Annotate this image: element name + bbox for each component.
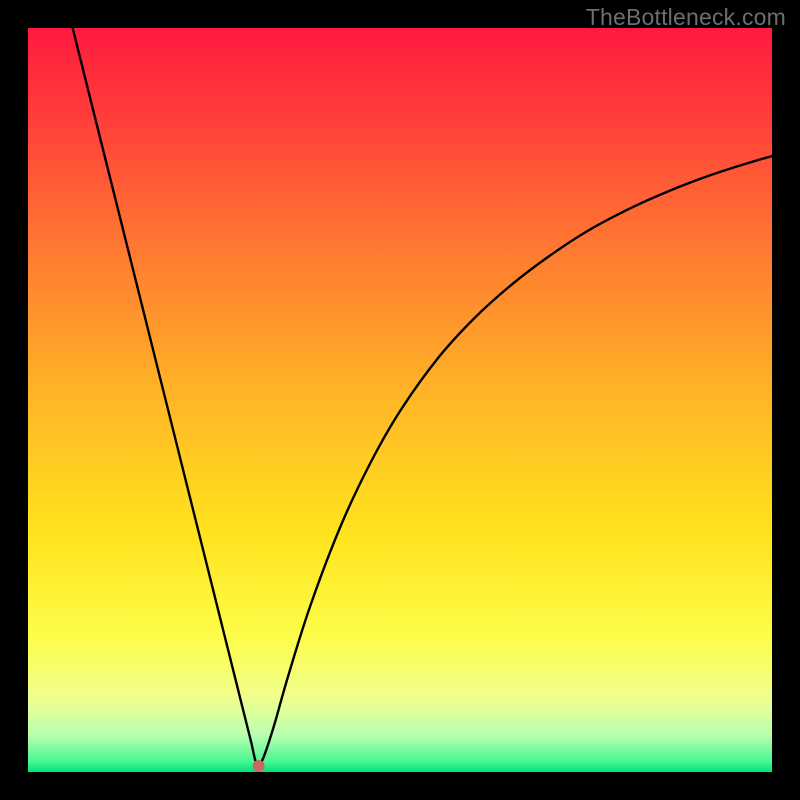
watermark-text: TheBottleneck.com <box>586 4 786 31</box>
gradient-background <box>28 28 772 772</box>
plot-frame <box>28 28 772 772</box>
minimum-marker <box>253 760 265 772</box>
bottleneck-chart <box>28 28 772 772</box>
